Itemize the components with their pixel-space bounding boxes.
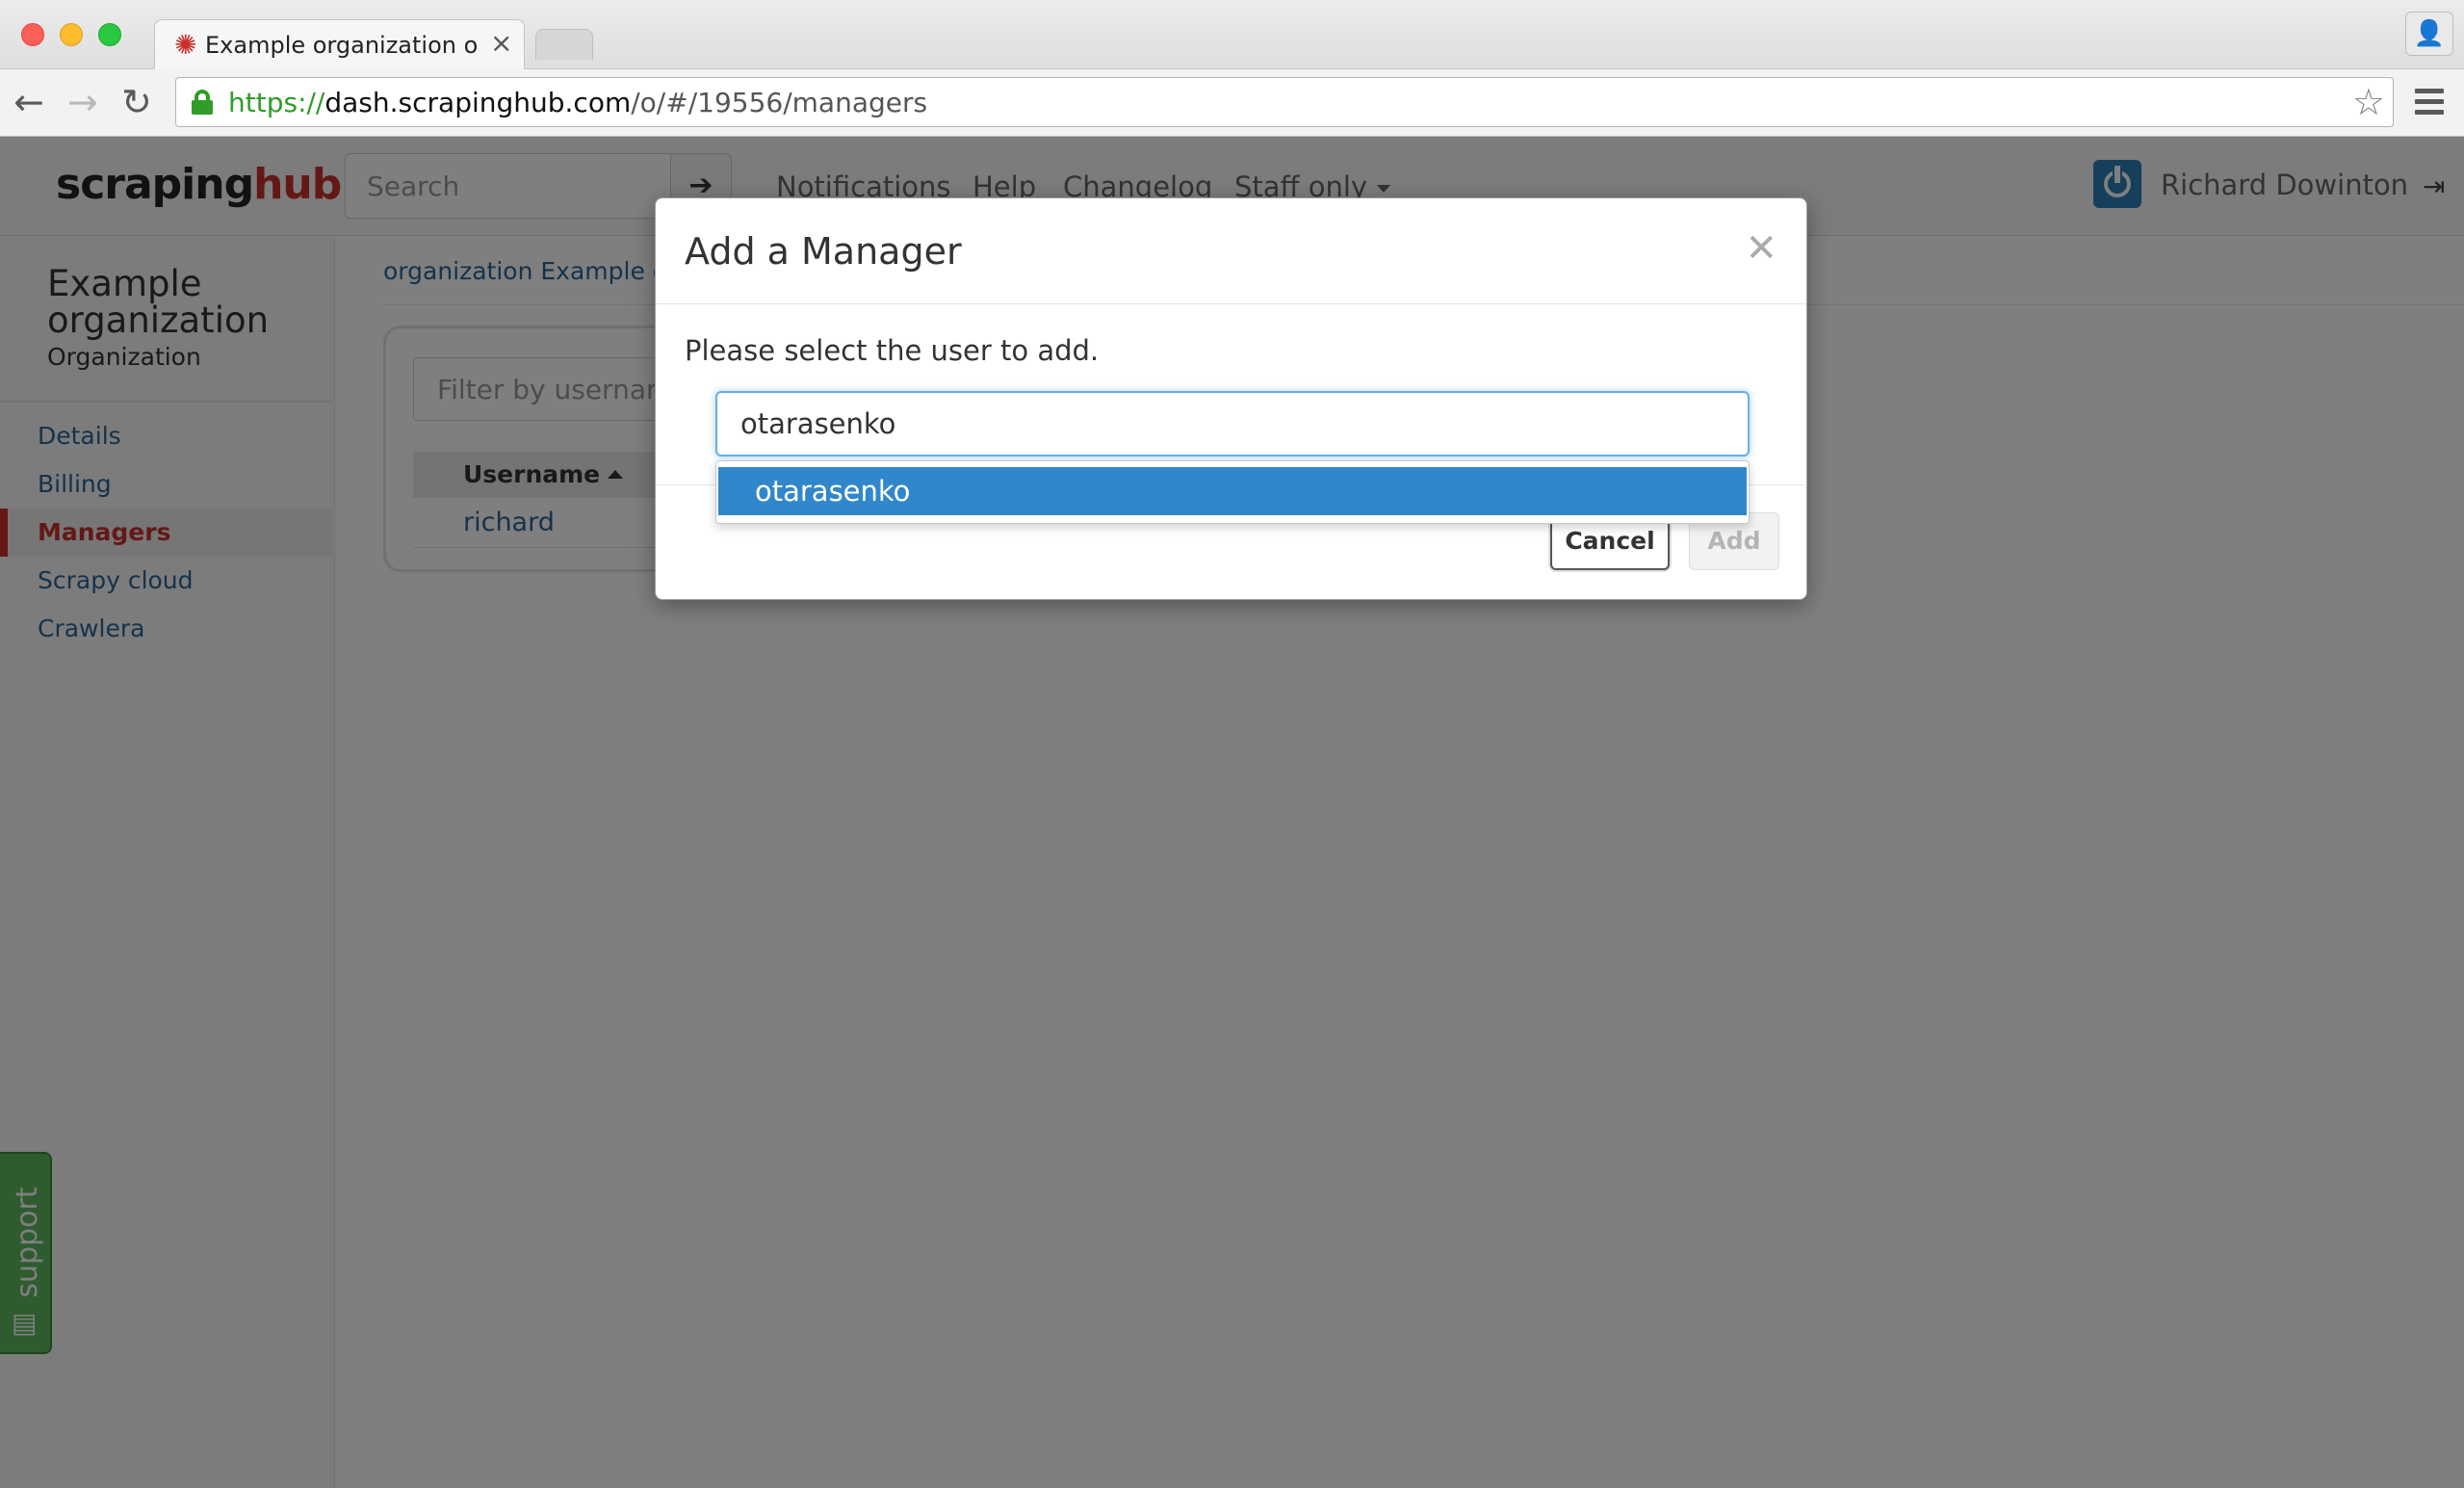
modal-prompt: Please select the user to add. [685, 334, 1100, 367]
browser-tab-title: Example organization organization [205, 32, 480, 59]
tab-close-icon[interactable]: × [490, 28, 512, 59]
spider-favicon-icon: ✺ [174, 29, 197, 61]
hamburger-menu-icon[interactable] [2415, 83, 2444, 121]
browser-toolbar: ← → ↻ https://dash.scrapinghub.com/o/#/1… [0, 69, 2464, 137]
window-minimize-button[interactable] [60, 23, 83, 46]
user-autocomplete-input[interactable] [715, 391, 1750, 457]
browser-tab-strip: ✺ Example organization organization × 👤 [0, 0, 2464, 69]
browser-tab[interactable]: ✺ Example organization organization × [154, 19, 525, 69]
add-manager-modal: Add a Manager ✕ Please select the user t… [655, 197, 1807, 600]
autocomplete-option[interactable]: otarasenko [718, 467, 1747, 515]
close-icon[interactable]: ✕ [1745, 227, 1777, 270]
modal-header: Add a Manager ✕ [656, 198, 1806, 304]
modal-title: Add a Manager [685, 230, 962, 273]
bookmark-star-icon[interactable]: ☆ [2352, 82, 2385, 122]
profile-icon[interactable]: 👤 [2405, 12, 2453, 56]
url-text[interactable]: https://dash.scrapinghub.com/o/#/19556/m… [228, 86, 927, 120]
window-maximize-button[interactable] [98, 23, 121, 46]
window-close-button[interactable] [21, 23, 44, 46]
back-arrow-icon[interactable]: ← [13, 81, 44, 123]
reload-icon[interactable]: ↻ [121, 81, 152, 123]
lock-icon [192, 90, 213, 115]
address-bar[interactable]: https://dash.scrapinghub.com/o/#/19556/m… [175, 77, 2394, 127]
autocomplete-dropdown: otarasenko [715, 460, 1750, 524]
new-tab-button[interactable] [535, 29, 593, 60]
forward-arrow-icon[interactable]: → [67, 81, 98, 123]
